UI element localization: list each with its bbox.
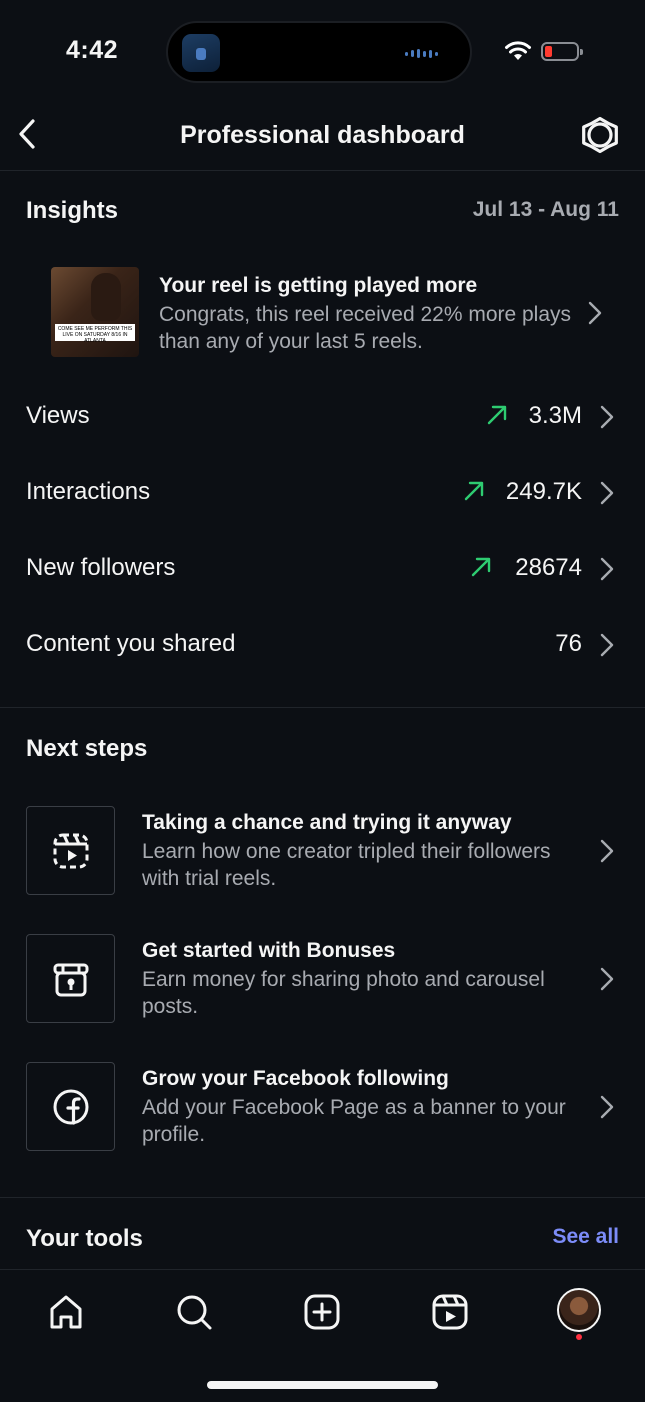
- nav-search[interactable]: [170, 1288, 218, 1336]
- header: Professional dashboard: [0, 100, 645, 170]
- step-title: Get started with Bonuses: [142, 939, 396, 962]
- reel-thumbnail-caption: COME SEE ME PERFORM THIS LIVE ON SATURDA…: [55, 324, 135, 344]
- reel-performance-card[interactable]: COME SEE ME PERFORM THIS LIVE ON SATURDA…: [0, 255, 645, 370]
- metric-value: 76: [555, 630, 582, 657]
- chevron-right-icon: [600, 967, 614, 991]
- home-indicator[interactable]: [207, 1381, 438, 1389]
- divider: [0, 1197, 645, 1198]
- next-steps-title: Next steps: [26, 735, 148, 762]
- bonuses-icon: [53, 963, 88, 996]
- divider: [0, 170, 645, 171]
- reel-thumbnail: COME SEE ME PERFORM THIS LIVE ON SATURDA…: [51, 267, 139, 357]
- settings-button[interactable]: [580, 115, 620, 155]
- chevron-right-icon: [600, 557, 614, 581]
- step-description: Learn how one creator tripled their foll…: [142, 840, 551, 890]
- chevron-right-icon: [600, 633, 614, 657]
- step-description: Earn money for sharing photo and carouse…: [142, 968, 545, 1018]
- metric-row-interactions[interactable]: Interactions 249.7K: [0, 454, 645, 530]
- metric-label: Views: [26, 402, 90, 429]
- step-icon-box: [26, 934, 115, 1023]
- trend-up-arrow-icon: [487, 405, 507, 425]
- metric-row-new-followers[interactable]: New followers 28674: [0, 530, 645, 606]
- profile-avatar[interactable]: [557, 1288, 601, 1332]
- reels-icon: [432, 1294, 468, 1330]
- page-title: Professional dashboard: [180, 121, 465, 149]
- metric-label: New followers: [26, 554, 176, 581]
- facebook-icon: [53, 1089, 88, 1125]
- create-icon: [304, 1294, 340, 1330]
- audio-wave-icon: [405, 49, 438, 58]
- divider: [0, 707, 645, 708]
- metric-row-views[interactable]: Views 3.3M: [0, 378, 645, 454]
- nav-create[interactable]: [298, 1288, 346, 1336]
- nav-home[interactable]: [42, 1288, 90, 1336]
- chevron-right-icon: [600, 405, 614, 429]
- wifi-icon: [505, 41, 531, 60]
- metric-row-content-shared[interactable]: Content you shared 76: [0, 606, 645, 682]
- metric-label: Interactions: [26, 478, 151, 505]
- notification-dot: [576, 1334, 582, 1340]
- step-icon-box: [26, 1062, 115, 1151]
- see-all-link[interactable]: See all: [552, 1225, 619, 1249]
- trend-up-arrow-icon: [471, 557, 491, 577]
- dynamic-island: [166, 21, 472, 83]
- trend-up-arrow-icon: [464, 481, 484, 501]
- now-playing-icon: [182, 34, 220, 72]
- metric-value: 249.7K: [505, 478, 582, 505]
- chevron-right-icon: [600, 839, 614, 863]
- step-description: Add your Facebook Page as a banner to yo…: [142, 1096, 566, 1146]
- trial-reels-icon: [53, 833, 88, 868]
- metric-value: 28674: [515, 554, 582, 581]
- search-icon: [177, 1295, 212, 1330]
- chevron-right-icon: [588, 301, 602, 325]
- battery-icon: [541, 42, 583, 61]
- step-title: Taking a chance and trying it anyway: [142, 811, 512, 834]
- step-title: Grow your Facebook following: [142, 1067, 449, 1090]
- status-time: 4:42: [66, 36, 119, 64]
- home-icon: [50, 1295, 82, 1329]
- metric-label: Content you shared: [26, 630, 236, 657]
- step-icon-box: [26, 806, 115, 895]
- step-bonuses[interactable]: Get started with Bonuses Earn money for …: [0, 924, 645, 1032]
- insights-title: Insights: [26, 197, 119, 224]
- step-trial-reels[interactable]: Taking a chance and trying it anyway Lea…: [0, 796, 645, 904]
- metric-value: 3.3M: [528, 402, 582, 429]
- your-tools-title: Your tools: [26, 1225, 143, 1252]
- reel-card-title: Your reel is getting played more: [159, 274, 478, 297]
- chevron-right-icon: [600, 481, 614, 505]
- date-range-button[interactable]: Jul 13 - Aug 11: [473, 198, 619, 222]
- nav-reels[interactable]: [426, 1288, 474, 1336]
- screen: 4:42 Professional dashboard Insights Jul: [0, 0, 645, 1402]
- step-facebook[interactable]: Grow your Facebook following Add your Fa…: [0, 1052, 645, 1160]
- chevron-right-icon: [600, 1095, 614, 1119]
- reel-card-description: Congrats, this reel received 22% more pl…: [159, 303, 572, 353]
- gear-icon: [582, 116, 618, 154]
